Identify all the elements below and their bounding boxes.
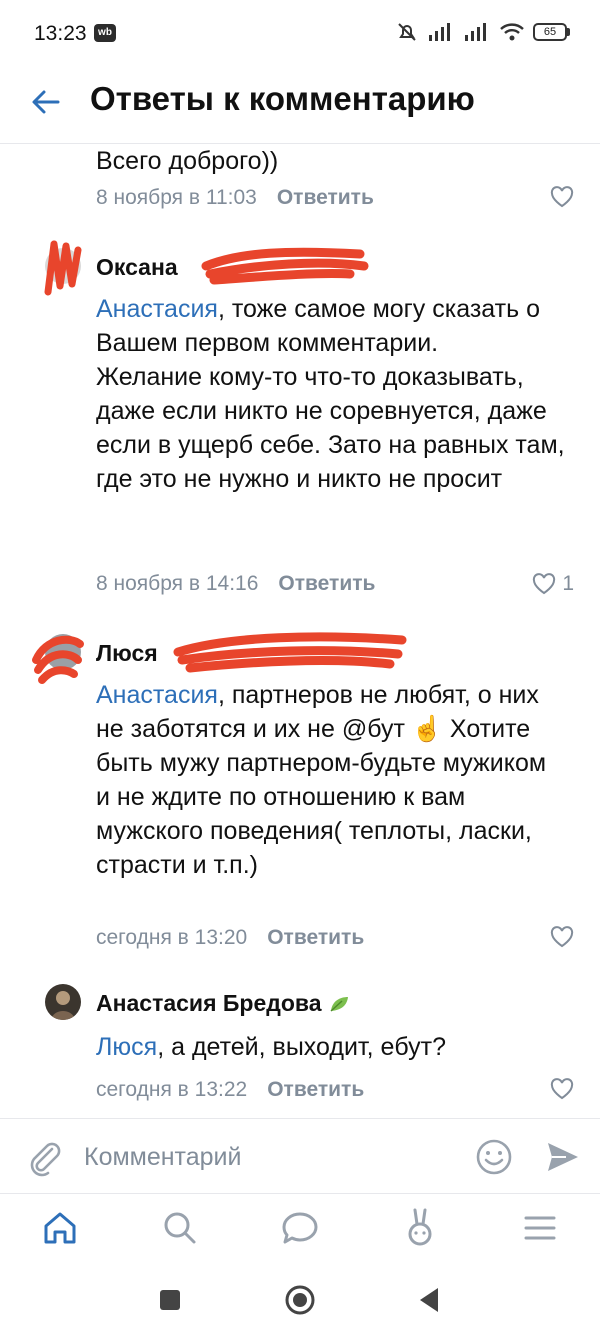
system-navigation-bar	[0, 1264, 600, 1334]
comment-meta: сегодня в 13:22 Ответить	[96, 1078, 364, 1102]
avatar[interactable]	[45, 634, 81, 670]
comment-input[interactable]	[84, 1135, 454, 1179]
comment-meta: 8 ноября в 14:16 Ответить	[96, 572, 375, 596]
reply-button[interactable]: Ответить	[267, 926, 364, 950]
comment-meta: сегодня в 13:20 Ответить	[96, 926, 364, 950]
comment-author[interactable]: Люся	[96, 640, 158, 667]
app-badge-icon: wb	[94, 24, 116, 42]
back-nav-icon[interactable]	[412, 1282, 448, 1318]
heart-icon	[533, 573, 556, 595]
avatar[interactable]	[45, 248, 81, 284]
comment-body: , тоже самое могу сказать о Вашем первом…	[96, 295, 565, 493]
heart-icon	[550, 186, 574, 208]
reply-button[interactable]: Ответить	[277, 186, 374, 210]
comment-date: 8 ноября в 14:16	[96, 572, 259, 595]
menu-icon[interactable]	[518, 1206, 562, 1250]
comment-date: 8 ноября в 11:03	[96, 186, 257, 209]
heart-icon	[550, 926, 574, 948]
leaf-icon	[330, 997, 348, 1012]
like-button[interactable]: 1	[532, 572, 574, 596]
like-count: 1	[562, 572, 574, 595]
status-bar: 13:23 wb 65	[0, 0, 600, 68]
comment-body: , а детей, выходит, eбут?	[157, 1033, 447, 1061]
redaction-scribble	[173, 632, 407, 673]
comment-author[interactable]: Оксана	[96, 254, 178, 281]
mention-link[interactable]: Анастасия	[96, 295, 218, 323]
reply-button[interactable]: Ответить	[267, 1078, 364, 1102]
heart-icon	[550, 1078, 574, 1100]
comment-text: Всего доброго))	[96, 147, 279, 175]
messages-icon[interactable]	[278, 1206, 322, 1250]
mention-link[interactable]: Анастасия	[96, 681, 218, 709]
comment-text: Анастасия, тоже самое могу сказать о Ваш…	[96, 292, 566, 496]
attach-icon[interactable]	[24, 1137, 64, 1177]
comment-text: Анастасия, партнеров не любят, о них не …	[96, 678, 566, 882]
emoji-icon[interactable]	[474, 1137, 514, 1177]
status-icons: 65	[395, 20, 570, 44]
comment-date: сегодня в 13:20	[96, 926, 248, 949]
clips-icon[interactable]	[398, 1206, 442, 1250]
like-button[interactable]	[550, 1078, 574, 1100]
home-button-icon[interactable]	[282, 1282, 318, 1318]
comment-author[interactable]: Анастасия Бредова	[96, 990, 350, 1017]
signal-icon	[429, 23, 450, 41]
reply-button[interactable]: Ответить	[278, 572, 375, 596]
mention-link[interactable]: Люся	[96, 1033, 157, 1061]
redaction-scribble	[201, 247, 369, 285]
app-header: Ответы к комментарию	[0, 68, 600, 144]
comment-date: сегодня в 13:22	[96, 1078, 248, 1101]
author-name: Анастасия Бредова	[96, 990, 322, 1016]
wifi-icon	[500, 23, 524, 41]
battery-icon: 65	[533, 23, 570, 41]
comments-feed[interactable]: Всего доброго)) 8 ноября в 11:03 Ответит…	[0, 144, 600, 1118]
like-button[interactable]	[550, 186, 574, 208]
comment-body: , партнеров не любят, о них не заботятся…	[96, 681, 547, 879]
status-time: 13:23	[34, 22, 87, 45]
like-button[interactable]	[550, 926, 574, 948]
search-icon[interactable]	[158, 1206, 202, 1250]
signal-icon-2	[465, 23, 486, 41]
mute-icon	[398, 23, 416, 41]
comment-input-bar	[0, 1118, 600, 1194]
home-icon[interactable]	[38, 1206, 82, 1250]
avatar[interactable]	[45, 984, 81, 1020]
tab-bar	[0, 1194, 600, 1264]
back-button[interactable]	[26, 82, 66, 122]
send-icon[interactable]	[542, 1137, 582, 1177]
battery-level: 65	[533, 23, 567, 41]
comment-text: Люся, а детей, выходит, eбут?	[96, 1030, 566, 1064]
page-title: Ответы к комментарию	[90, 80, 475, 117]
recent-apps-icon[interactable]	[152, 1282, 188, 1318]
comment-meta: 8 ноября в 11:03 Ответить	[96, 186, 374, 210]
